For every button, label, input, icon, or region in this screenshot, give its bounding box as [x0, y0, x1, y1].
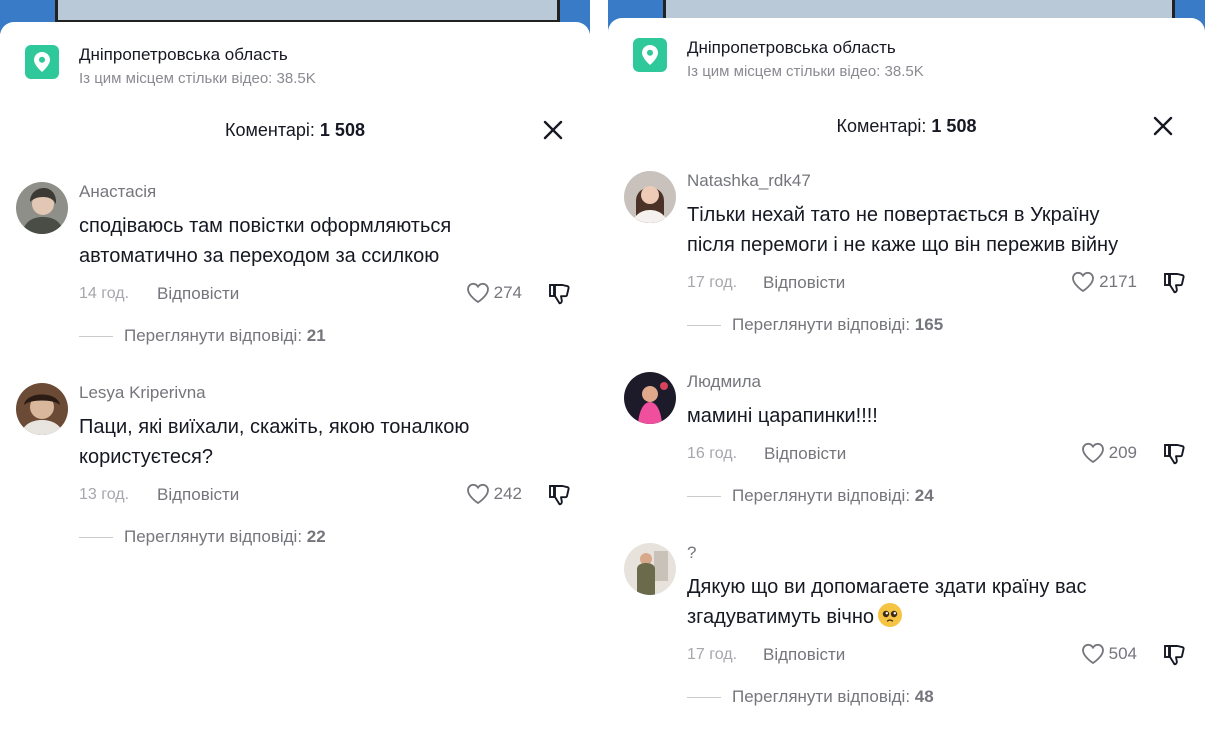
replies-count: 48 [914, 687, 934, 706]
comments-count: 1 508 [319, 120, 365, 140]
avatar[interactable] [16, 383, 68, 435]
screenshot-crop [0, 546, 590, 735]
comment-meta: 16 год. Відповісти 209 [687, 442, 1187, 468]
avatar[interactable] [16, 182, 68, 234]
avatar[interactable] [624, 543, 676, 595]
reply-button[interactable]: Відповісти [157, 485, 239, 505]
like-button[interactable]: 504 [1081, 643, 1137, 665]
like-count: 274 [493, 283, 522, 302]
avatar[interactable] [624, 171, 676, 223]
close-icon[interactable] [1152, 115, 1174, 137]
like-button[interactable]: 209 [1081, 442, 1137, 464]
comment-time: 14 год. [79, 285, 130, 302]
location-subtitle: Із цим місцем стільки відео: 38.5K [687, 63, 924, 80]
like-count: 504 [1108, 644, 1137, 663]
replies-count: 165 [914, 315, 944, 334]
like-count: 209 [1108, 443, 1137, 462]
thumbs-down-icon[interactable] [1163, 643, 1187, 672]
comment-time: 17 год. [687, 646, 738, 663]
comments-sheet: Дніпропетровська область Із цим місцем с… [608, 18, 1205, 735]
comment-username[interactable]: Людмила [687, 372, 1187, 392]
location-title: Дніпропетровська область [79, 45, 288, 64]
heart-icon [1081, 442, 1104, 464]
heart-icon [466, 282, 489, 304]
comments-header: Коментарі: 1 508 [608, 116, 1205, 137]
reply-button[interactable]: Відповісти [763, 273, 845, 293]
heart-icon [1081, 643, 1104, 665]
location-title: Дніпропетровська область [687, 38, 896, 57]
avatar[interactable] [624, 372, 676, 424]
location-bar[interactable]: Дніпропетровська область Із цим місцем с… [633, 38, 924, 80]
comments-panel-right: Дніпропетровська область Із цим місцем с… [608, 0, 1205, 735]
location-bar[interactable]: Дніпропетровська область Із цим місцем с… [25, 45, 316, 87]
comment-time: 17 год. [687, 274, 738, 291]
comments-count: 1 508 [931, 116, 977, 136]
view-replies-button[interactable]: Переглянути відповіді: 48 [687, 686, 1187, 708]
reply-button[interactable]: Відповісти [764, 444, 846, 464]
comment-text: мамині царапинки!!!! [687, 405, 878, 427]
like-button[interactable]: 2171 [1071, 271, 1137, 293]
comment-meta: 17 год. Відповісти 504 [687, 643, 1187, 669]
view-replies-button[interactable]: Переглянути відповіді: 21 [79, 325, 572, 347]
like-button[interactable]: 242 [466, 483, 522, 505]
view-replies-button[interactable]: Переглянути відповіді: 165 [687, 314, 1187, 336]
comment-meta: 17 год. Відповісти 2171 [687, 271, 1187, 297]
heart-icon [1072, 271, 1095, 293]
like-count: 2171 [1099, 272, 1137, 291]
location-pin-icon [633, 38, 667, 72]
view-replies-button[interactable]: Переглянути відповіді: 24 [687, 485, 1187, 507]
comment-text: Тільки нехай тато не повертається в Укра… [687, 204, 1119, 256]
comment-text: сподіваюсь там повістки оформляються авто… [79, 215, 452, 267]
comment-time: 13 год. [79, 486, 130, 503]
comment-time: 16 год. [687, 445, 738, 462]
comments-panel-left: Дніпропетровська область Із цим місцем с… [0, 0, 590, 735]
comment-username[interactable]: Lesya Kriperivna [79, 383, 572, 403]
heart-icon [466, 483, 489, 505]
comment-meta: 14 год. Відповісти 274 [79, 282, 572, 308]
comment-username[interactable]: ? [687, 543, 1187, 563]
comments-header-label: Коментарі: [836, 116, 932, 136]
reply-button[interactable]: Відповісти [763, 645, 845, 665]
like-count: 242 [493, 484, 522, 503]
close-icon[interactable] [542, 119, 564, 141]
location-pin-icon [25, 45, 59, 79]
comment-meta: 13 год. Відповісти 242 [79, 483, 572, 509]
comment-username[interactable]: Natashka_rdk47 [687, 171, 1187, 191]
thumbs-down-icon[interactable] [1163, 271, 1187, 300]
replies-count: 21 [306, 326, 326, 345]
comments-header-label: Коментарі: [225, 120, 320, 140]
comment-text: Дякую що ви допомагаете здати країну вас… [687, 576, 1087, 628]
location-subtitle: Із цим місцем стільки відео: 38.5K [79, 70, 316, 87]
comments-header: Коментарі: 1 508 [0, 120, 590, 141]
like-button[interactable]: 274 [466, 282, 522, 304]
comment-username[interactable]: Анастасія [79, 182, 572, 202]
reply-button[interactable]: Відповісти [157, 284, 239, 304]
replies-count: 24 [914, 486, 934, 505]
thumbs-down-icon[interactable] [548, 282, 572, 311]
pleading-face-emoji-icon [878, 603, 903, 627]
comment-text: Паци, які виїхали, скажіть, якою тоналко… [79, 416, 470, 468]
thumbs-down-icon[interactable] [548, 483, 572, 512]
replies-count: 22 [306, 527, 326, 546]
thumbs-down-icon[interactable] [1163, 442, 1187, 471]
view-replies-button[interactable]: Переглянути відповіді: 22 [79, 526, 572, 548]
